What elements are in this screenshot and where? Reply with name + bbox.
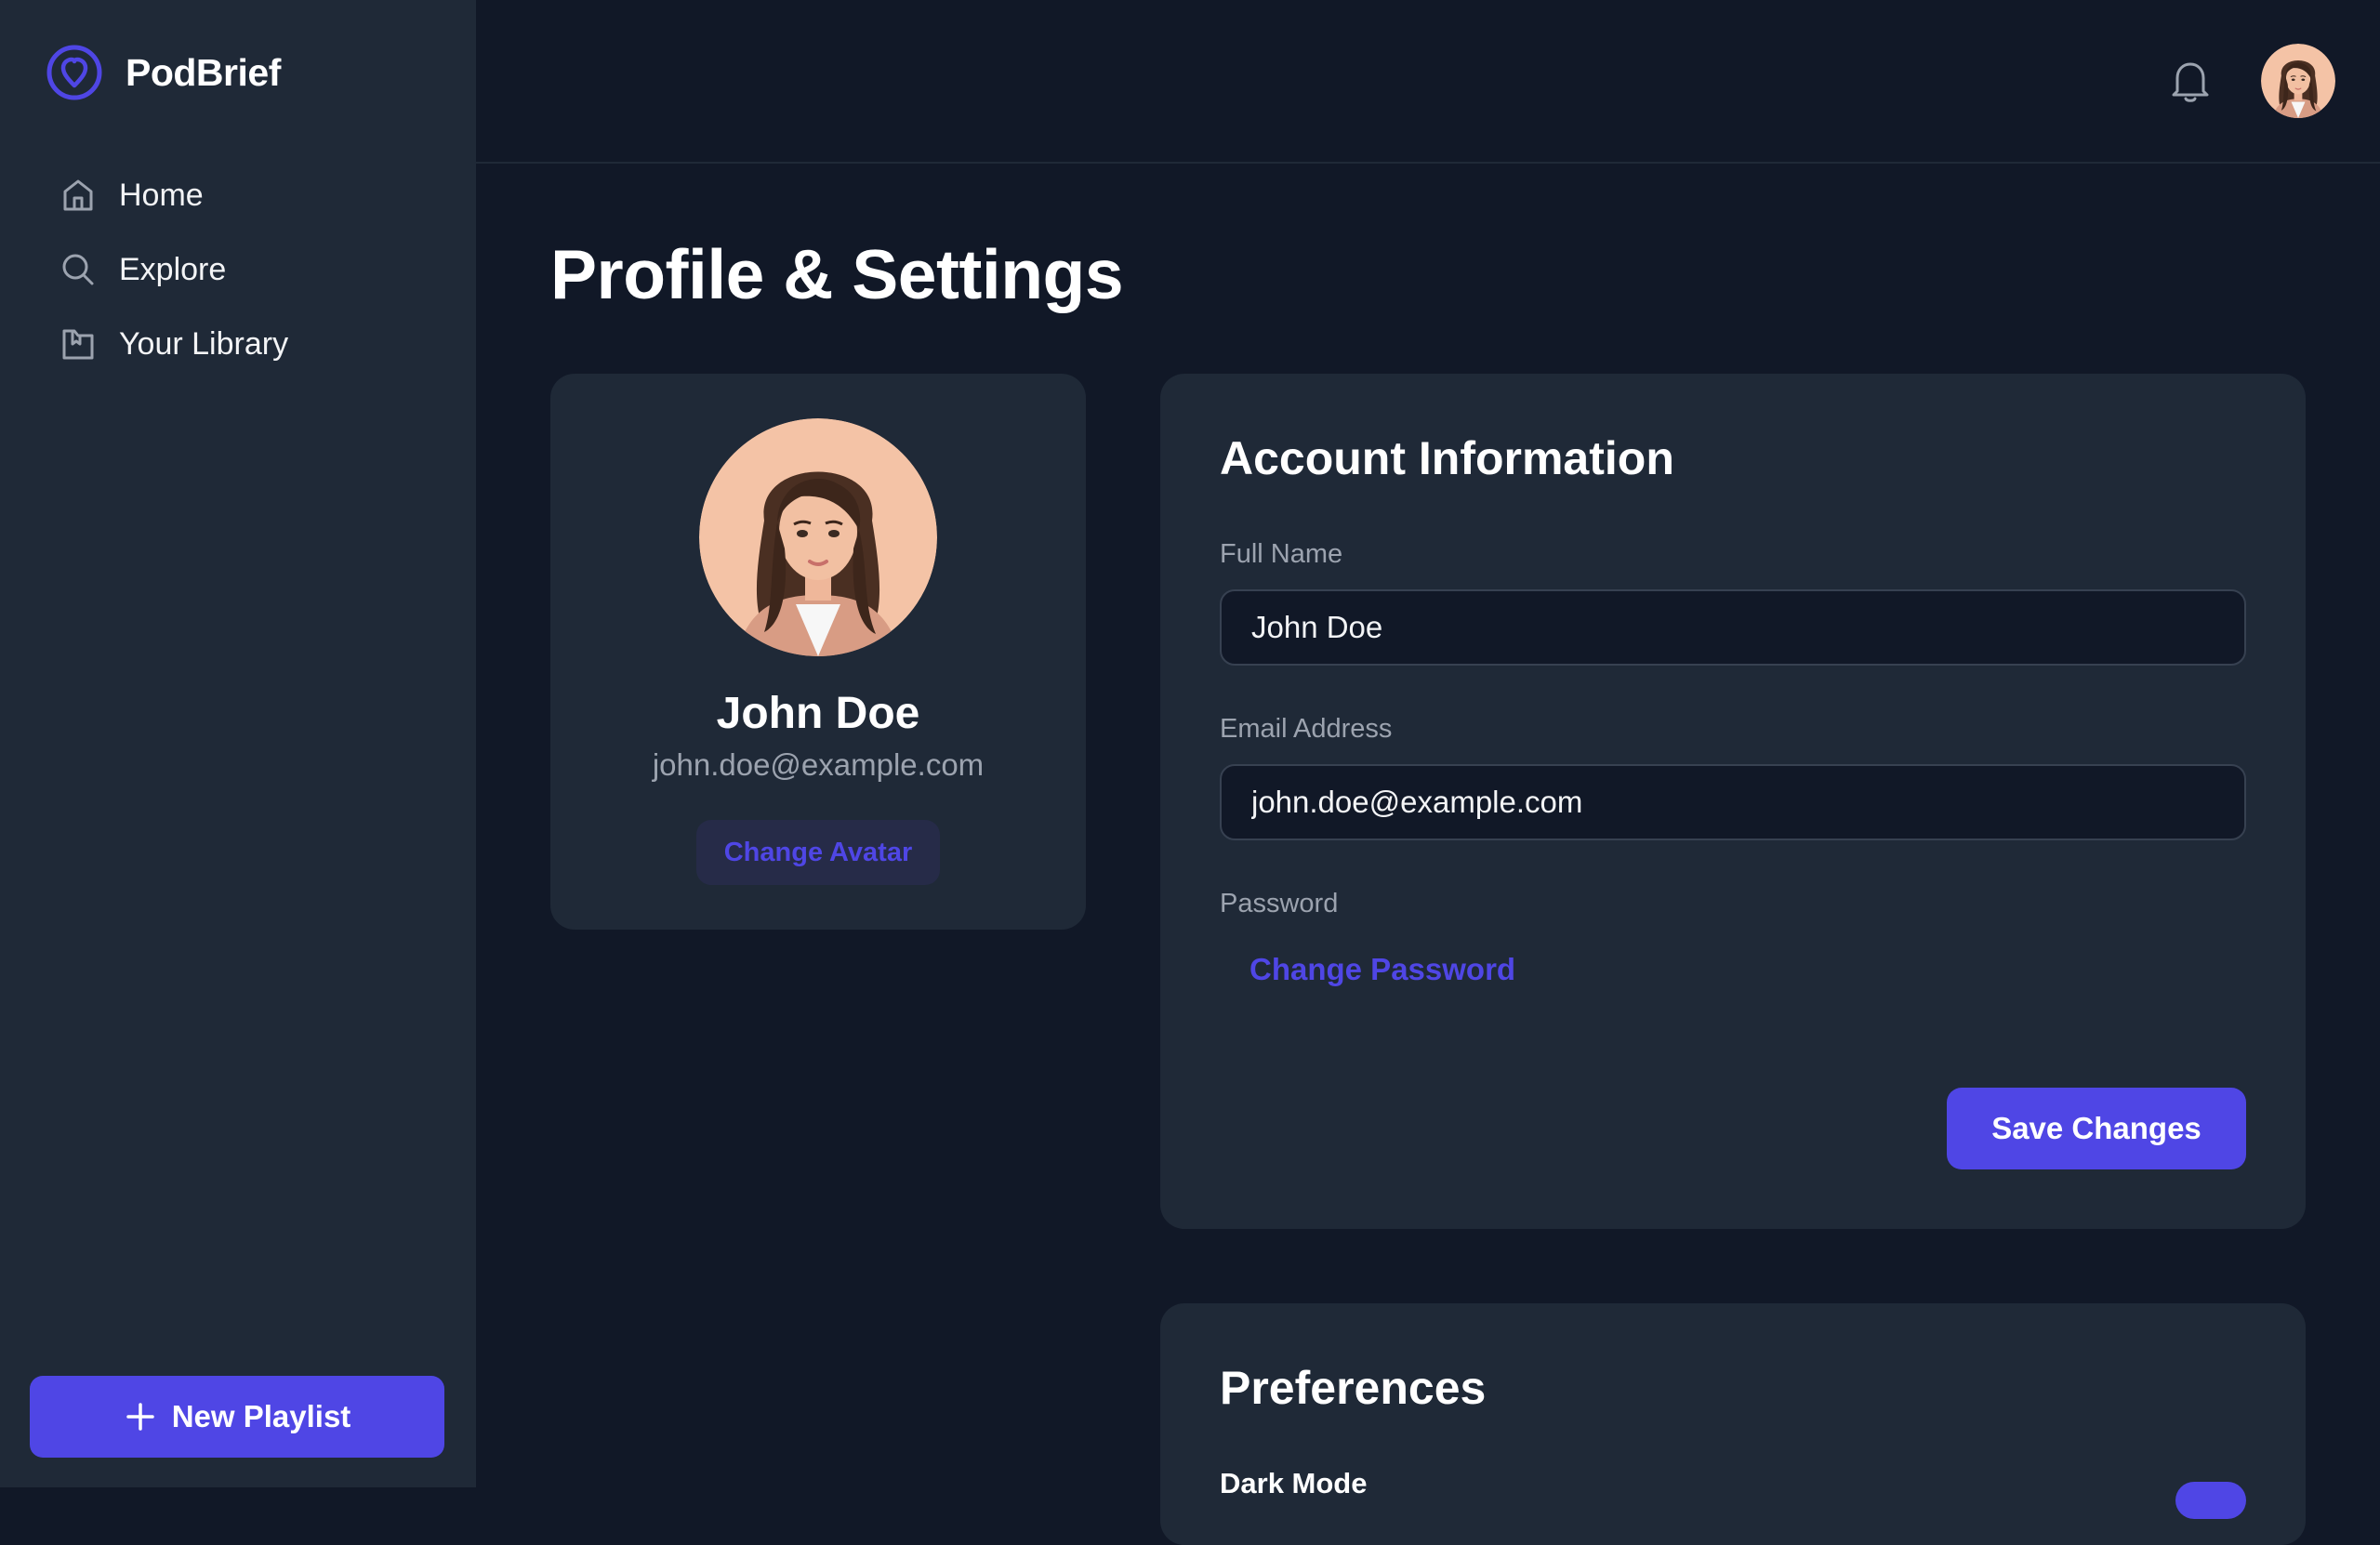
sidebar: PodBrief Home Explore Your Library New P… bbox=[0, 0, 476, 1487]
password-label: Password bbox=[1220, 889, 1339, 918]
bell-icon[interactable] bbox=[2168, 58, 2213, 104]
email-field[interactable] bbox=[1220, 764, 2246, 840]
search-icon bbox=[62, 254, 94, 285]
new-playlist-button[interactable]: New Playlist bbox=[30, 1376, 444, 1458]
logo-icon bbox=[46, 45, 102, 100]
library-icon bbox=[62, 329, 94, 360]
preferences-title: Preferences bbox=[1220, 1362, 1487, 1414]
save-changes-button[interactable]: Save Changes bbox=[1947, 1088, 2246, 1169]
sidebar-item-label: Your Library bbox=[119, 325, 289, 362]
home-icon bbox=[63, 179, 93, 211]
top-header bbox=[476, 0, 2380, 164]
full-name-field[interactable] bbox=[1220, 589, 2246, 666]
dark-mode-toggle[interactable] bbox=[2175, 1482, 2246, 1519]
sidebar-item-label: Explore bbox=[119, 251, 227, 287]
profile-card: John Doe john.doe@example.com Change Ava… bbox=[550, 374, 1086, 930]
sidebar-item-library[interactable]: Your Library bbox=[60, 307, 288, 381]
sidebar-item-home[interactable]: Home bbox=[60, 158, 288, 232]
profile-email: john.doe@example.com bbox=[652, 747, 985, 782]
profile-avatar bbox=[699, 418, 937, 656]
avatar-image bbox=[2261, 44, 2335, 118]
account-information-title: Account Information bbox=[1220, 432, 1674, 484]
full-name-label: Full Name bbox=[1220, 539, 1343, 569]
brand[interactable]: PodBrief bbox=[46, 44, 281, 101]
sidebar-item-label: Home bbox=[119, 177, 204, 213]
profile-name: John Doe bbox=[716, 689, 920, 738]
profile-avatar-image bbox=[699, 418, 937, 656]
preferences-card: Preferences Dark Mode bbox=[1160, 1303, 2306, 1545]
app-name: PodBrief bbox=[126, 50, 281, 94]
sidebar-nav: Home Explore Your Library bbox=[60, 158, 288, 381]
page-title: Profile & Settings bbox=[550, 235, 1124, 313]
change-password-link[interactable]: Change Password bbox=[1250, 952, 1515, 987]
sidebar-item-explore[interactable]: Explore bbox=[60, 232, 288, 307]
dark-mode-label: Dark Mode bbox=[1220, 1467, 1368, 1499]
new-playlist-label: New Playlist bbox=[171, 1399, 351, 1433]
avatar[interactable] bbox=[2261, 44, 2335, 118]
change-avatar-button[interactable]: Change Avatar bbox=[696, 820, 940, 885]
plus-icon bbox=[126, 1403, 154, 1431]
email-label: Email Address bbox=[1220, 714, 1393, 744]
